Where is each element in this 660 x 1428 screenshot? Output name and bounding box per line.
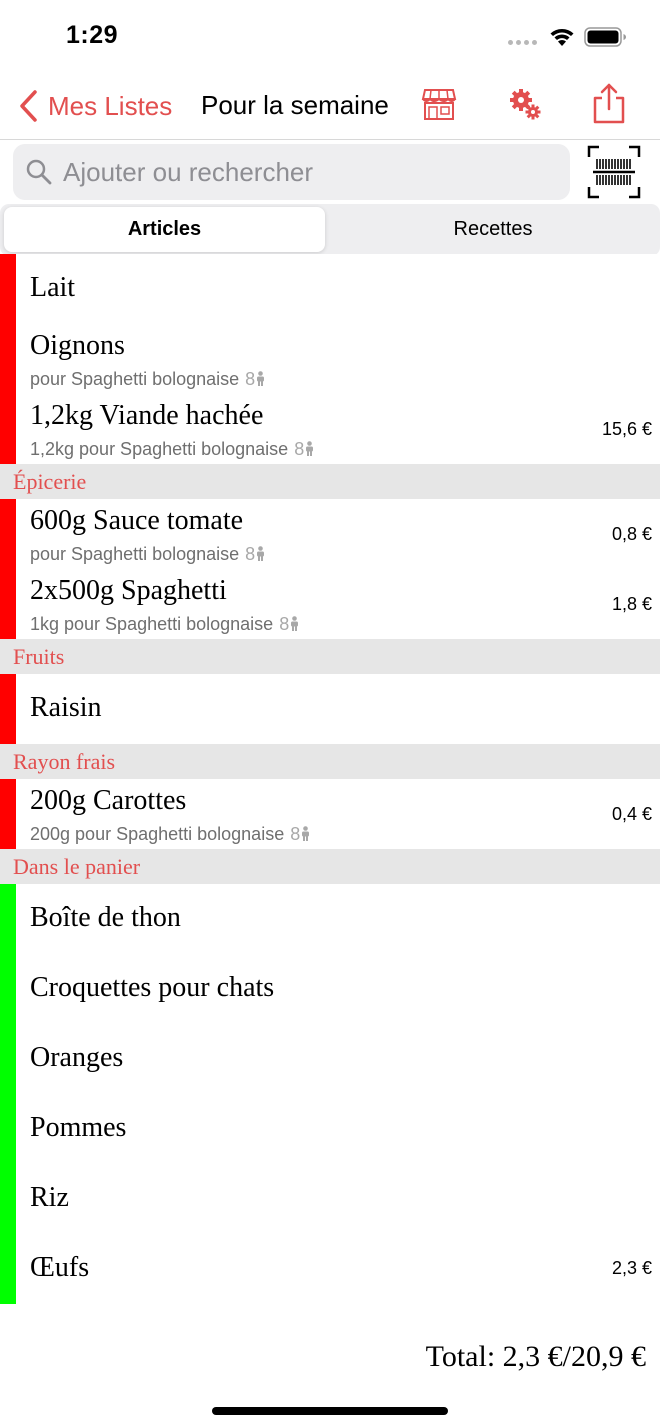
item-name: Pommes <box>30 1112 127 1143</box>
item-name: 1,2kg Viande hachée <box>30 400 264 431</box>
list-item[interactable]: Riz <box>0 1164 660 1234</box>
gears-icon[interactable] <box>508 86 542 120</box>
item-recipe-text: pour Spaghetti bolognaise <box>30 544 240 564</box>
list-item[interactable]: Croquettes pour chats <box>0 954 660 1024</box>
list-item[interactable]: Pommes <box>0 1094 660 1164</box>
back-button[interactable]: Mes Listes <box>18 88 172 124</box>
cellular-signal-icon <box>508 40 537 45</box>
navigation-bar: Mes Listes Pour la semaine <box>0 72 660 140</box>
item-name: Œufs <box>30 1252 90 1283</box>
list-item[interactable]: Boîte de thon <box>0 884 660 954</box>
item-recipe-text: 200g pour Spaghetti bolognaise <box>30 824 285 844</box>
in-cart-indicator <box>0 1024 16 1094</box>
item-name: Croquettes pour chats <box>30 972 275 1003</box>
in-cart-indicator <box>0 884 16 954</box>
servings-count: 8 <box>279 614 290 634</box>
item-recipe-text: 1kg pour Spaghetti bolognaise <box>30 614 274 634</box>
item-name: Oignons <box>30 330 125 361</box>
total-label: Total: 2,3 €/20,9 € <box>425 1340 646 1373</box>
pending-indicator <box>0 569 16 639</box>
search-icon <box>26 159 52 185</box>
segmented-control: Articles Recettes <box>0 204 660 256</box>
chevron-left-icon <box>20 90 37 122</box>
servings-count: 8 <box>290 824 301 844</box>
item-name: Oranges <box>30 1042 124 1073</box>
servings-count: 8 <box>245 544 256 564</box>
item-name: Riz <box>30 1182 69 1213</box>
list-item[interactable]: 1,2kg Viande hachée 1,2kg pour Spaghetti … <box>0 394 660 464</box>
share-icon[interactable] <box>591 82 627 124</box>
item-name: Lait <box>30 272 76 303</box>
item-recipe-note: pour Spaghetti bolognaise 8 <box>30 369 266 390</box>
list-item[interactable]: Raisin <box>0 674 660 744</box>
section-header: Fruits <box>0 639 660 674</box>
in-cart-indicator <box>0 954 16 1024</box>
page-title: Pour la semaine <box>201 90 389 120</box>
in-cart-indicator <box>0 1164 16 1234</box>
battery-icon <box>584 27 626 47</box>
home-indicator <box>212 1407 448 1415</box>
list-item[interactable]: Oranges <box>0 1024 660 1094</box>
section-header: Dans le panier <box>0 849 660 884</box>
item-name: Boîte de thon <box>30 902 181 933</box>
search-input[interactable] <box>63 156 543 188</box>
person-icon <box>289 614 300 634</box>
status-bar: 1:29 <box>0 0 660 72</box>
section-header: Rayon frais <box>0 744 660 779</box>
item-recipe-note: 200g pour Spaghetti bolognaise 8 <box>30 824 311 845</box>
list-item[interactable]: Œufs 2,3 € <box>0 1234 660 1304</box>
item-price: 1,8 € <box>611 594 652 614</box>
person-icon <box>300 824 311 844</box>
item-name: 200g Carottes <box>30 785 187 816</box>
item-name: 600g Sauce tomate <box>30 505 244 536</box>
section-header-label: Rayon frais <box>13 749 116 774</box>
item-price: 15,6 € <box>601 419 652 439</box>
item-recipe-text: 1,2kg pour Spaghetti bolognaise <box>30 439 289 459</box>
list-item[interactable]: 600g Sauce tomate pour Spaghetti bolognai… <box>0 499 660 569</box>
item-recipe-note: 1,2kg pour Spaghetti bolognaise 8 <box>30 439 315 460</box>
item-price: 2,3 € <box>611 1258 652 1278</box>
section-header-label: Fruits <box>13 644 65 669</box>
item-name: 2x500g Spaghetti <box>30 575 227 606</box>
person-icon <box>304 439 315 459</box>
servings-count: 8 <box>294 439 305 459</box>
item-name: Raisin <box>30 692 102 723</box>
person-icon <box>255 369 266 389</box>
in-cart-indicator <box>0 1234 16 1304</box>
search-bar <box>13 144 570 200</box>
pending-indicator <box>0 324 16 394</box>
servings-count: 8 <box>245 369 256 389</box>
item-recipe-text: pour Spaghetti bolognaise <box>30 369 240 389</box>
status-time: 1:29 <box>66 21 119 49</box>
person-icon <box>255 544 266 564</box>
list-item[interactable]: Oignons pour Spaghetti bolognaise 8 <box>0 324 660 394</box>
item-recipe-note: 1kg pour Spaghetti bolognaise 8 <box>30 614 300 635</box>
pending-indicator <box>0 499 16 569</box>
shopping-list: Lait Oignons pour Spaghetti bolognaise 8 1,2… <box>0 254 660 1304</box>
in-cart-indicator <box>0 1094 16 1164</box>
section-header-label: Épicerie <box>13 469 87 494</box>
store-icon[interactable] <box>421 86 457 122</box>
list-item[interactable]: Lait <box>0 254 660 324</box>
barcode-scan-icon[interactable] <box>587 145 641 199</box>
list-item[interactable]: 2x500g Spaghetti 1kg pour Spaghetti bolog… <box>0 569 660 639</box>
tab-recettes[interactable]: Recettes <box>329 207 657 252</box>
section-header-label: Dans le panier <box>13 854 141 879</box>
section-header: Épicerie <box>0 464 660 499</box>
pending-indicator <box>0 779 16 849</box>
item-recipe-note: pour Spaghetti bolognaise 8 <box>30 544 266 565</box>
pending-indicator <box>0 394 16 464</box>
list-item[interactable]: 200g Carottes 200g pour Spaghetti bologna… <box>0 779 660 849</box>
item-price: 0,4 € <box>611 804 652 824</box>
tab-articles[interactable]: Articles <box>4 207 325 252</box>
item-price: 0,8 € <box>611 524 652 544</box>
pending-indicator <box>0 254 16 324</box>
back-label: Mes Listes <box>48 90 173 121</box>
pending-indicator <box>0 674 16 744</box>
wifi-icon <box>550 29 574 46</box>
